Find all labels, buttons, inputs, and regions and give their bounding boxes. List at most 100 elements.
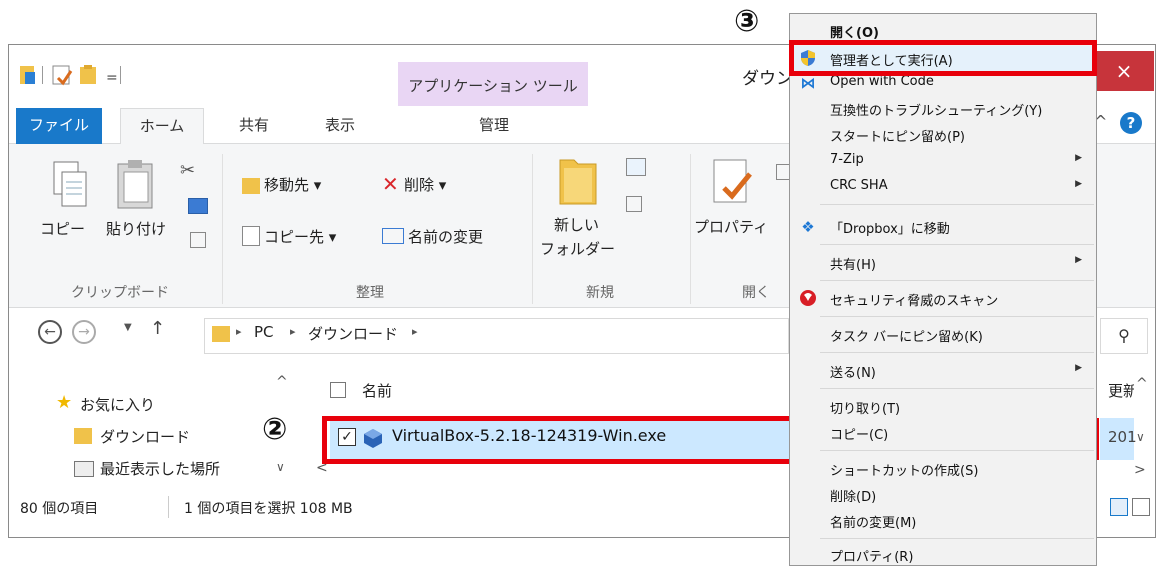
svg-text:=: = — [106, 70, 118, 86]
search-icon[interactable]: ⚲ — [1100, 318, 1148, 354]
column-header-date[interactable]: 更新 — [1108, 380, 1134, 401]
organize-group-label: 整理 — [356, 285, 384, 301]
breadcrumb-downloads[interactable]: ダウンロード — [308, 323, 398, 344]
downloads-folder-icon — [74, 428, 92, 444]
help-icon[interactable]: ? — [1120, 112, 1142, 134]
nav-scroll-up-icon[interactable]: ^ — [276, 374, 288, 390]
breadcrumb-pc[interactable]: PC — [254, 323, 274, 341]
menu-separator — [820, 450, 1094, 451]
quick-access-icons: = — [20, 65, 121, 86]
menu-item-pin-start[interactable]: スタートにピン留め(P) — [790, 122, 1096, 148]
menu-item-cut[interactable]: 切り取り(T) — [790, 394, 1096, 420]
menu-separator — [820, 316, 1094, 317]
copy-button[interactable]: コピー — [40, 218, 85, 239]
menu-item-troubleshoot[interactable]: 互換性のトラブルシューティング(Y) — [790, 96, 1096, 122]
context-tab-application-tools: アプリケーション ツール — [398, 62, 588, 106]
details-view-icon[interactable] — [1110, 498, 1128, 516]
submenu-arrow-icon: ▶ — [1075, 255, 1082, 265]
nav-favorites[interactable]: お気に入り — [80, 394, 155, 415]
submenu-arrow-icon: ▶ — [1075, 153, 1082, 163]
paste-button[interactable]: 貼り付け — [106, 218, 166, 239]
menu-item-crc-sha[interactable]: CRC SHA ▶ — [790, 174, 1096, 200]
close-button[interactable]: × — [1094, 51, 1154, 91]
tab-home[interactable]: ホーム — [120, 108, 204, 145]
column-header-name[interactable]: 名前 — [362, 380, 392, 401]
status-divider — [168, 496, 169, 518]
up-icon[interactable]: ↑ — [150, 318, 165, 339]
back-icon[interactable]: ← — [38, 320, 62, 344]
ribbon-divider — [690, 154, 691, 304]
paste-icon — [116, 158, 156, 216]
context-menu: 開く(O) 管理者として実行(A) ⋈ Open with Code 互換性のトラ… — [789, 13, 1097, 566]
recent-locations-icon[interactable]: ▼ — [124, 322, 132, 333]
menu-item-create-shortcut[interactable]: ショートカットの作成(S) — [790, 456, 1096, 482]
nav-scroll-down-icon[interactable]: ∨ — [276, 460, 285, 474]
large-icons-view-icon[interactable] — [1132, 498, 1150, 516]
menu-separator — [820, 244, 1094, 245]
delete-icon: ✕ — [382, 172, 399, 196]
step-3-marker: ③ — [734, 4, 760, 39]
scroll-right-icon[interactable]: > — [1134, 462, 1146, 478]
recent-places-icon — [74, 461, 94, 477]
menu-separator — [820, 538, 1094, 539]
item-count: 80 個の項目 — [20, 501, 99, 517]
nav-downloads[interactable]: ダウンロード — [100, 426, 190, 447]
menu-item-properties[interactable]: プロパティ(R) — [790, 542, 1096, 568]
easy-access-icon[interactable] — [626, 196, 642, 212]
breadcrumb-separator[interactable]: ▸ — [412, 325, 418, 338]
step-2-marker: ② — [262, 412, 288, 447]
copy-to-icon — [242, 226, 260, 246]
tab-view[interactable]: 表示 — [310, 108, 370, 144]
clipboard-group-label: クリップボード — [71, 285, 169, 301]
menu-item-copy[interactable]: コピー(C) — [790, 420, 1096, 446]
list-scroll-down-icon[interactable]: ∨ — [1136, 430, 1145, 444]
security-scan-icon — [798, 289, 818, 309]
new-group-label: 新規 — [586, 285, 614, 301]
dropbox-icon: ❖ — [801, 218, 815, 236]
breadcrumb-separator[interactable]: ▸ — [236, 325, 242, 338]
menu-item-rename[interactable]: 名前の変更(M) — [790, 508, 1096, 534]
menu-item-delete[interactable]: 削除(D) — [790, 482, 1096, 508]
cut-icon[interactable]: ✂ — [180, 160, 195, 181]
select-all-checkbox[interactable] — [330, 382, 346, 398]
vscode-icon: ⋈ — [800, 74, 816, 92]
quick-access-toolbar: = — [18, 62, 188, 88]
tab-share[interactable]: 共有 — [224, 108, 284, 144]
file-checkbox[interactable]: ✓ — [338, 428, 356, 446]
star-icon: ★ — [56, 392, 73, 413]
folder-icon — [212, 326, 230, 342]
menu-item-7zip[interactable]: 7-Zip ▶ — [790, 148, 1096, 174]
copy-path-icon[interactable] — [188, 198, 208, 214]
menu-separator — [820, 388, 1094, 389]
file-name[interactable]: VirtualBox-5.2.18-124319-Win.exe — [392, 426, 666, 445]
move-to-button[interactable]: 移動先 ▾ — [264, 174, 321, 195]
nav-recent[interactable]: 最近表示した場所 — [100, 458, 220, 479]
move-to-icon — [242, 178, 260, 194]
new-folder-label-2[interactable]: フォルダー — [540, 238, 615, 259]
tab-manage[interactable]: 管理 — [400, 108, 588, 144]
list-scroll-up-icon[interactable]: ^ — [1136, 376, 1148, 392]
rename-button[interactable]: 名前の変更 — [408, 226, 483, 247]
breadcrumb-separator[interactable]: ▸ — [290, 325, 296, 338]
menu-item-share[interactable]: 共有(H) ▶ — [790, 250, 1096, 276]
copy-to-button[interactable]: コピー先 ▾ — [264, 226, 336, 247]
menu-item-pin-taskbar[interactable]: タスク バーにピン留め(K) — [790, 322, 1096, 348]
menu-separator — [820, 204, 1094, 205]
forward-icon[interactable]: → — [72, 320, 96, 344]
open-icon[interactable] — [776, 164, 790, 180]
new-folder-label-1[interactable]: 新しい — [554, 214, 599, 235]
submenu-arrow-icon: ▶ — [1075, 179, 1082, 189]
highlight-box-run-as-admin — [789, 40, 1097, 76]
menu-separator — [820, 352, 1094, 353]
paste-shortcut-icon[interactable] — [190, 232, 206, 248]
menu-item-send-to[interactable]: 送る(N) ▶ — [790, 358, 1096, 384]
menu-item-dropbox[interactable]: ❖ 「Dropbox」に移動 — [790, 214, 1096, 240]
rename-icon — [382, 228, 404, 244]
properties-button[interactable]: プロパティ — [694, 216, 768, 237]
menu-item-security-scan[interactable]: セキュリティ脅威のスキャン — [790, 286, 1096, 312]
new-item-icon[interactable] — [626, 158, 646, 176]
selection-info: 1 個の項目を選択 108 MB — [184, 501, 353, 517]
delete-button[interactable]: 削除 ▾ — [404, 174, 446, 195]
tab-file[interactable]: ファイル — [16, 108, 102, 144]
ribbon-divider — [222, 154, 223, 304]
